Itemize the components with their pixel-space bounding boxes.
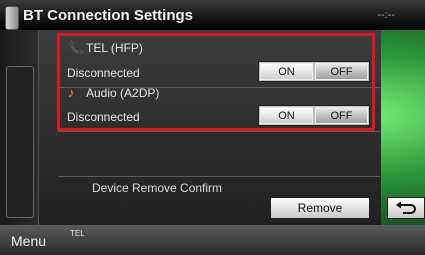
divider: [58, 176, 380, 177]
top-right-indicator: --:--: [377, 9, 395, 21]
tel-indicator: TEL: [70, 229, 85, 238]
phone-device-icon: [5, 6, 19, 30]
title-bar: BT Connection Settings --:--: [0, 0, 425, 30]
device-remove-label: Device Remove Confirm: [92, 181, 223, 195]
back-arrow-icon: [396, 201, 416, 214]
left-strip: [0, 30, 38, 225]
menu-button[interactable]: Menu: [11, 233, 46, 249]
divider: [58, 131, 380, 132]
highlight-box: [57, 33, 375, 131]
page-title: BT Connection Settings: [23, 7, 193, 24]
left-side-panel: [6, 66, 34, 218]
back-button[interactable]: [387, 197, 425, 219]
bottom-bar: Menu TEL: [0, 225, 425, 255]
remove-button[interactable]: Remove: [270, 197, 370, 219]
